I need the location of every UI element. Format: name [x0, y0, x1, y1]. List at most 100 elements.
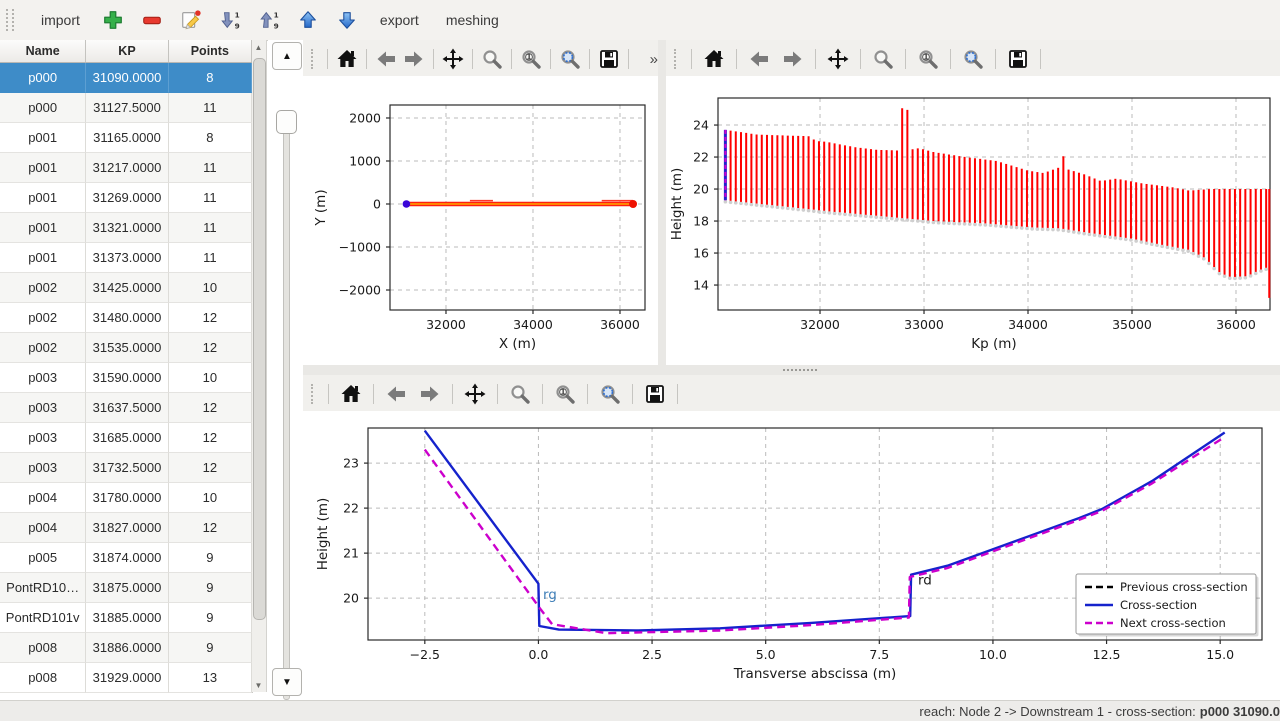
- table-cell[interactable]: 31269.0000: [86, 183, 168, 213]
- zoom-button[interactable]: [505, 379, 535, 409]
- table-cell[interactable]: 9: [169, 573, 252, 603]
- scrollbar-thumb[interactable]: [253, 58, 266, 620]
- column-header-name[interactable]: Name: [0, 40, 86, 62]
- next-section-button[interactable]: ▼: [272, 668, 302, 696]
- zoom-one-button[interactable]: 1: [519, 44, 543, 74]
- section-slider-track[interactable]: [283, 114, 290, 700]
- scroll-up-button[interactable]: ▲: [252, 40, 265, 54]
- toolbar-drag-handle[interactable]: [311, 384, 317, 404]
- zoom-button[interactable]: [868, 44, 898, 74]
- zoom-rect-button[interactable]: [558, 44, 582, 74]
- table-cell[interactable]: p001: [0, 183, 86, 213]
- export-button[interactable]: export: [374, 9, 425, 31]
- table-cell[interactable]: 31886.0000: [86, 633, 168, 663]
- table-cell[interactable]: p000: [0, 63, 86, 93]
- forward-button[interactable]: [402, 44, 426, 74]
- table-cell[interactable]: p002: [0, 333, 86, 363]
- plan-view-canvas[interactable]: 320003400036000−2000−1000010002000X (m)Y…: [303, 76, 658, 365]
- table-cell[interactable]: p001: [0, 213, 86, 243]
- previous-section-button[interactable]: ▲: [272, 42, 302, 70]
- table-cell[interactable]: p001: [0, 123, 86, 153]
- table-row[interactable]: p00831929.000013: [0, 663, 252, 693]
- table-cell[interactable]: 31885.0000: [86, 603, 168, 633]
- toolbar-drag-handle[interactable]: [311, 49, 316, 69]
- table-cell[interactable]: 9: [169, 603, 252, 633]
- table-cell[interactable]: p003: [0, 453, 86, 483]
- table-row[interactable]: p00031127.500011: [0, 93, 252, 123]
- zoom-button[interactable]: [480, 44, 504, 74]
- table-cell[interactable]: 31732.5000: [86, 453, 168, 483]
- table-row[interactable]: PontRD101v31885.00009: [0, 603, 252, 633]
- save-button[interactable]: [597, 44, 621, 74]
- table-cell[interactable]: 10: [169, 273, 252, 303]
- table-cell[interactable]: 8: [169, 123, 252, 153]
- save-button[interactable]: [640, 379, 670, 409]
- table-row[interactable]: p00031090.00008: [0, 63, 252, 93]
- home-button[interactable]: [336, 379, 366, 409]
- pan-button[interactable]: [460, 379, 490, 409]
- table-cell[interactable]: PontRD10…: [0, 573, 86, 603]
- table-row[interactable]: p00331637.500012: [0, 393, 252, 423]
- table-cell[interactable]: 31217.0000: [86, 153, 168, 183]
- table-cell[interactable]: 9: [169, 543, 252, 573]
- table-cell[interactable]: p001: [0, 243, 86, 273]
- cross-section-canvas[interactable]: −2.50.02.55.07.510.012.515.020212223Tran…: [303, 411, 1280, 700]
- table-cell[interactable]: 11: [169, 213, 252, 243]
- table-cell[interactable]: 31874.0000: [86, 543, 168, 573]
- table-row[interactable]: p00231535.000012: [0, 333, 252, 363]
- table-row[interactable]: p00431780.000010: [0, 483, 252, 513]
- table-cell[interactable]: 31373.0000: [86, 243, 168, 273]
- table-cell[interactable]: p000: [0, 93, 86, 123]
- table-cell[interactable]: 31090.0000: [86, 63, 168, 93]
- section-slider-handle[interactable]: [276, 110, 297, 134]
- toolbar-drag-handle[interactable]: [6, 9, 14, 31]
- table-row[interactable]: p00331685.000012: [0, 423, 252, 453]
- sort-descending-button[interactable]: 19: [218, 8, 242, 32]
- table-cell[interactable]: p008: [0, 663, 86, 693]
- table-cell[interactable]: 10: [169, 483, 252, 513]
- table-row[interactable]: p00831886.00009: [0, 633, 252, 663]
- table-cell[interactable]: p008: [0, 633, 86, 663]
- table-cell[interactable]: 12: [169, 333, 252, 363]
- back-button[interactable]: [374, 44, 398, 74]
- forward-button[interactable]: [415, 379, 445, 409]
- table-cell[interactable]: 9: [169, 633, 252, 663]
- table-row[interactable]: p00531874.00009: [0, 543, 252, 573]
- table-row[interactable]: p00131269.000011: [0, 183, 252, 213]
- table-row[interactable]: p00431827.000012: [0, 513, 252, 543]
- table-row[interactable]: p00131373.000011: [0, 243, 252, 273]
- table-row[interactable]: PontRD10…31875.00009: [0, 573, 252, 603]
- zoom-one-button[interactable]: 1: [913, 44, 943, 74]
- zoom-rect-button[interactable]: [595, 379, 625, 409]
- table-row[interactable]: p00131217.000011: [0, 153, 252, 183]
- profile-canvas[interactable]: 3200033000340003500036000141618202224Kp …: [666, 76, 1280, 365]
- table-cell[interactable]: p005: [0, 543, 86, 573]
- home-button[interactable]: [335, 44, 359, 74]
- table-cell[interactable]: p001: [0, 153, 86, 183]
- move-up-button[interactable]: [296, 8, 320, 32]
- table-cell[interactable]: 31929.0000: [86, 663, 168, 693]
- table-cell[interactable]: 11: [169, 153, 252, 183]
- table-cell[interactable]: p002: [0, 273, 86, 303]
- meshing-button[interactable]: meshing: [440, 9, 505, 31]
- table-cell[interactable]: p004: [0, 513, 86, 543]
- horizontal-splitter[interactable]: [303, 365, 1280, 375]
- table-cell[interactable]: 31590.0000: [86, 363, 168, 393]
- table-cell[interactable]: 31637.5000: [86, 393, 168, 423]
- table-cell[interactable]: 31875.0000: [86, 573, 168, 603]
- table-cell[interactable]: 31480.0000: [86, 303, 168, 333]
- move-down-button[interactable]: [335, 8, 359, 32]
- table-cell[interactable]: 31827.0000: [86, 513, 168, 543]
- home-button[interactable]: [699, 44, 729, 74]
- toolbar-drag-handle[interactable]: [674, 49, 680, 69]
- table-cell[interactable]: 31425.0000: [86, 273, 168, 303]
- toolbar-overflow-button[interactable]: »: [650, 51, 658, 68]
- table-scrollbar[interactable]: ▲ ▼: [252, 40, 267, 692]
- table-row[interactable]: p00331732.500012: [0, 453, 252, 483]
- table-cell[interactable]: 12: [169, 393, 252, 423]
- table-cell[interactable]: 8: [169, 63, 252, 93]
- table-cell[interactable]: 10: [169, 363, 252, 393]
- table-row[interactable]: p00131165.00008: [0, 123, 252, 153]
- scroll-down-button[interactable]: ▼: [252, 678, 265, 692]
- table-row[interactable]: p00231480.000012: [0, 303, 252, 333]
